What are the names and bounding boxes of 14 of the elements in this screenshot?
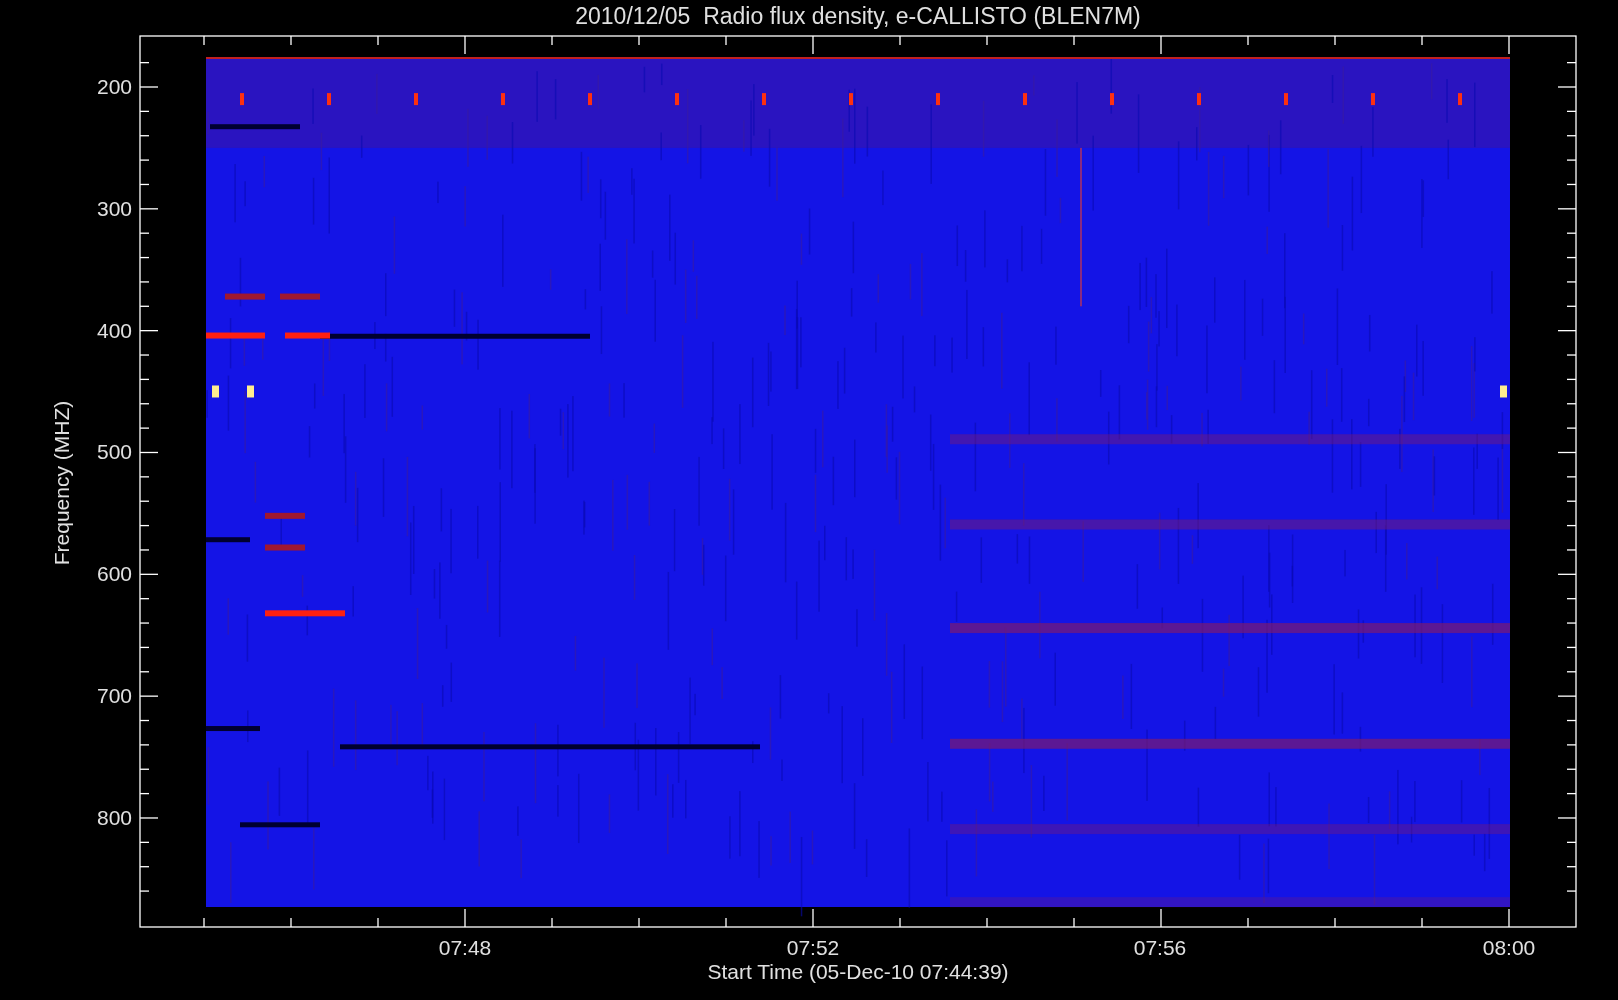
y-tick-label: 600 (96, 562, 132, 586)
x-tick-label: 08:00 (1482, 936, 1536, 959)
y-tick-label: 300 (96, 196, 132, 220)
y-axis-label: Frequency (MHZ) (50, 400, 73, 566)
y-tick-label: 400 (96, 318, 132, 342)
y-tick-label: 800 (96, 806, 132, 829)
x-tick-label: 07:48 (438, 936, 492, 959)
y-tick-label: 700 (96, 684, 132, 708)
x-tick-label: 07:56 (1133, 936, 1187, 959)
y-tick-label: 200 (96, 75, 132, 98)
y-tick-label: 500 (96, 440, 132, 464)
x-tick-label: 07:52 (786, 936, 840, 959)
plot-title: 2010/12/05 Radio flux density, e-CALLISTO (BLEN7M) (575, 3, 1141, 29)
x-axis-label: Start Time (05-Dec-10 07:44:39) (707, 960, 1009, 983)
